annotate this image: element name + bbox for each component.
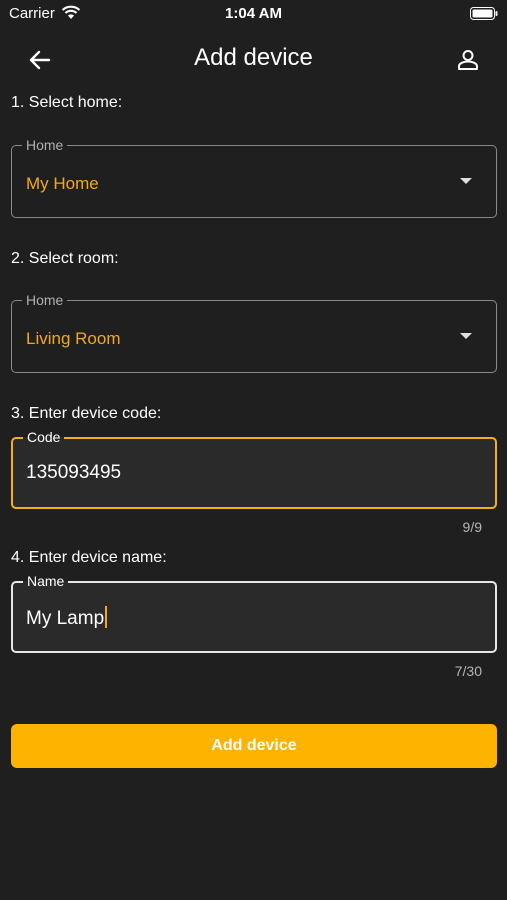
step-device-code-label: 3. Enter device code: bbox=[11, 405, 162, 422]
step-select-home-label: 1. Select home: bbox=[11, 94, 123, 111]
step-select-room-label: 2. Select room: bbox=[11, 250, 119, 267]
device-name-input[interactable]: Name My Lamp bbox=[11, 572, 497, 653]
person-icon[interactable] bbox=[455, 47, 481, 73]
name-char-counter: 7/30 bbox=[454, 663, 482, 679]
dropdown-arrow-icon bbox=[460, 333, 472, 339]
step-device-name-label: 4. Enter device name: bbox=[11, 549, 167, 566]
name-field-text: My Lamp bbox=[26, 608, 105, 629]
device-code-input[interactable]: Code 135093495 bbox=[11, 428, 497, 509]
code-field-label: Code bbox=[23, 428, 65, 446]
code-field-value: 135093495 bbox=[26, 462, 122, 483]
room-field-value: Living Room bbox=[26, 329, 121, 348]
name-field-label: Name bbox=[23, 572, 69, 590]
add-device-button[interactable]: Add device bbox=[11, 724, 497, 768]
home-field-label: Home bbox=[22, 136, 68, 154]
room-dropdown[interactable]: Home Living Room bbox=[11, 291, 497, 373]
code-char-counter: 9/9 bbox=[462, 519, 482, 535]
status-bar: Carrier 1:04 AM bbox=[0, 0, 507, 30]
clock: 1:04 AM bbox=[225, 5, 282, 22]
room-field-label: Home bbox=[22, 291, 68, 309]
battery-icon bbox=[470, 7, 498, 20]
home-dropdown[interactable]: Home My Home bbox=[11, 136, 497, 218]
text-cursor bbox=[105, 606, 108, 628]
home-field-value: My Home bbox=[26, 174, 99, 193]
name-field-value: My Lamp bbox=[26, 606, 108, 630]
dropdown-arrow-icon bbox=[460, 178, 472, 184]
page-title: Add device bbox=[194, 44, 313, 71]
